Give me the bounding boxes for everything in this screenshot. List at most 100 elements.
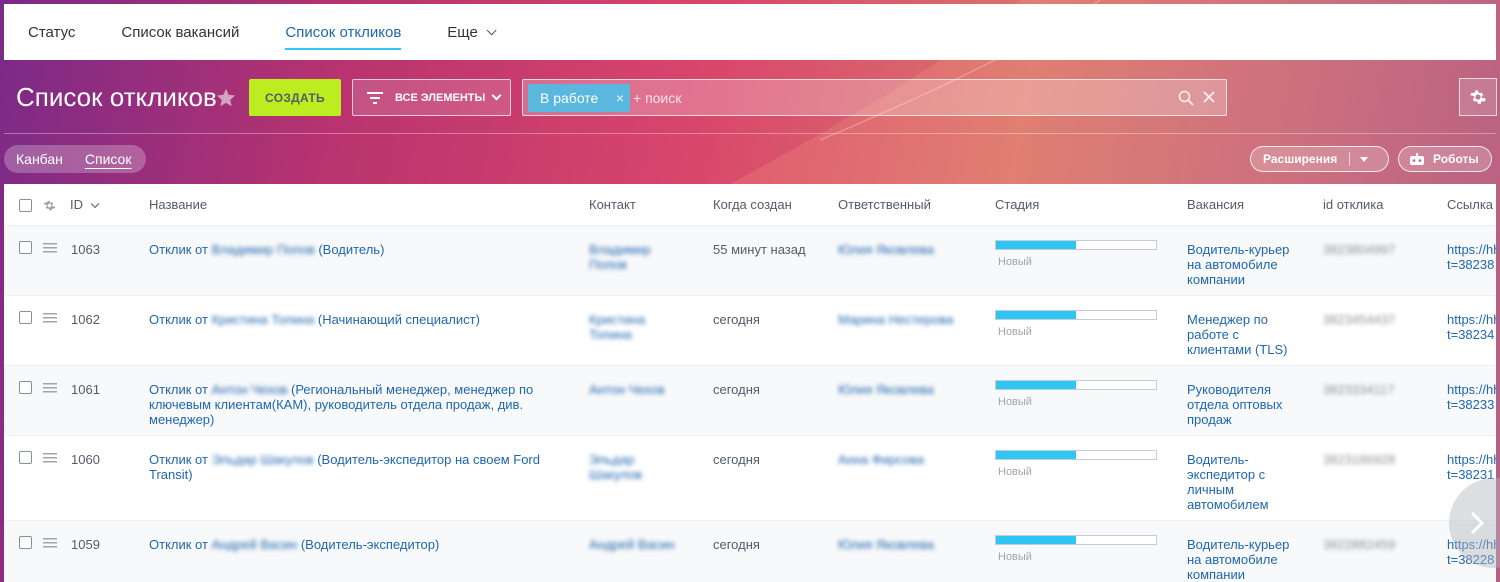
vacancy-line: работе с: [1187, 327, 1239, 342]
row-contact[interactable]: Андрей Васин: [589, 537, 675, 552]
column-header-id[interactable]: ID: [70, 197, 99, 212]
row-contact[interactable]: Кристина Топина: [589, 312, 645, 342]
search-icon[interactable]: [1178, 90, 1194, 106]
row-title-link[interactable]: Отклик от Владимир Попов (Водитель): [149, 242, 569, 257]
column-header-response-id[interactable]: id отклика: [1323, 197, 1384, 212]
row-responsible[interactable]: Марина Нестерова: [838, 312, 953, 327]
caret-down-icon[interactable]: [1360, 156, 1369, 162]
row-checkbox[interactable]: [19, 241, 32, 254]
table-row[interactable]: 1059 Отклик от Андрей Васин (Водитель-эк…: [4, 521, 1496, 582]
select-all-checkbox[interactable]: [19, 199, 32, 212]
contact-line: Владимир: [589, 242, 651, 257]
row-vacancy-link[interactable]: Водитель-курьер на автомобиле компании: [1187, 242, 1289, 287]
top-tab-bar: Статус Список вакансий Список откликов Е…: [4, 4, 1496, 60]
tab-vacancies[interactable]: Список вакансий: [121, 4, 239, 60]
drag-handle-icon[interactable]: [43, 313, 57, 323]
view-list[interactable]: Список: [85, 151, 132, 167]
row-checkbox[interactable]: [19, 451, 32, 464]
column-header-name[interactable]: Название: [149, 197, 207, 212]
stage-progress-bar[interactable]: [995, 380, 1157, 390]
row-checkbox[interactable]: [19, 536, 32, 549]
row-external-link[interactable]: https://hh t=38234: [1447, 312, 1496, 342]
stage-progress-fill: [996, 241, 1076, 249]
view-kanban[interactable]: Канбан: [16, 151, 63, 167]
row-contact[interactable]: Эльдар Шакулов: [589, 452, 642, 482]
clear-icon[interactable]: [1202, 90, 1216, 104]
chevron-down-icon: [486, 24, 497, 35]
column-header-contact[interactable]: Контакт: [589, 197, 636, 212]
column-header-stage[interactable]: Стадия: [995, 197, 1039, 212]
row-vacancy-link[interactable]: Менеджер по работе с клиентами (TLS): [1187, 312, 1287, 357]
row-responsible[interactable]: Юлия Яковлева: [838, 242, 934, 257]
drag-handle-icon[interactable]: [43, 243, 57, 253]
tab-responses[interactable]: Список откликов: [285, 4, 401, 60]
row-vacancy-link[interactable]: Водитель-курьер на автомобиле компании: [1187, 537, 1289, 582]
row-contact[interactable]: Антон Чехов: [589, 382, 665, 397]
close-icon[interactable]: ×: [616, 90, 624, 106]
title-prefix: Отклик от: [149, 312, 208, 327]
column-settings-icon[interactable]: [43, 199, 56, 212]
vacancy-line: автомобилем: [1187, 497, 1269, 512]
column-header-responsible[interactable]: Ответственный: [838, 197, 931, 212]
chevron-down-icon: [491, 90, 502, 101]
row-title-link[interactable]: Отклик от Андрей Васин (Водитель-экспеди…: [149, 537, 569, 552]
stage-progress-bar[interactable]: [995, 450, 1157, 460]
table-row[interactable]: 1063 Отклик от Владимир Попов (Водитель)…: [4, 226, 1496, 296]
column-header-vacancy[interactable]: Вакансия: [1187, 197, 1244, 212]
title-line: менеджер): [149, 412, 215, 427]
robots-button[interactable]: Роботы: [1398, 146, 1492, 172]
stage-progress-fill: [996, 536, 1076, 544]
star-icon[interactable]: [215, 87, 237, 109]
row-external-link[interactable]: https://hh t=38238: [1447, 242, 1496, 272]
link-line: https://hh: [1447, 452, 1496, 467]
title-prefix: Отклик от: [149, 452, 208, 467]
vacancy-line: Водитель-курьер: [1187, 242, 1290, 257]
table-row[interactable]: 1062 Отклик от Кристина Топина (Начинающ…: [4, 296, 1496, 366]
vacancy-line: Водитель-: [1187, 452, 1249, 467]
extensions-button[interactable]: Расширения: [1250, 146, 1389, 172]
create-button[interactable]: СОЗДАТЬ: [249, 79, 341, 116]
divider: [4, 133, 1496, 134]
drag-handle-icon[interactable]: [43, 453, 57, 463]
link-line: t=38238: [1447, 257, 1495, 272]
stage-progress-bar[interactable]: [995, 310, 1157, 320]
tab-status[interactable]: Статус: [28, 4, 75, 60]
drag-handle-icon[interactable]: [43, 538, 57, 548]
link-line: https://hh: [1447, 382, 1496, 397]
drag-handle-icon[interactable]: [43, 383, 57, 393]
row-checkbox[interactable]: [19, 381, 32, 394]
column-header-link[interactable]: Ссылка: [1447, 197, 1493, 212]
row-responsible[interactable]: Анна Фирсова: [838, 452, 924, 467]
vacancy-line: Водитель-курьер: [1187, 537, 1290, 552]
candidate-name: Эльдар Шакулов: [211, 452, 314, 467]
stage-progress-bar[interactable]: [995, 240, 1157, 250]
row-responsible[interactable]: Юлия Яковлева: [838, 537, 934, 552]
row-checkbox[interactable]: [19, 311, 32, 324]
tab-label: Список вакансий: [121, 23, 240, 41]
row-vacancy-link[interactable]: Водитель-экспедитор с личным автомобилем: [1187, 452, 1269, 512]
contact-line: Эльдар: [589, 452, 635, 467]
row-contact[interactable]: Владимир Попов: [589, 242, 651, 272]
settings-button[interactable]: [1459, 78, 1497, 116]
search-input[interactable]: + поиск: [633, 90, 681, 106]
row-title-link[interactable]: Отклик от Кристина Топина (Начинающий сп…: [149, 312, 569, 327]
row-vacancy-link[interactable]: Руководителя отдела оптовых продаж: [1187, 382, 1282, 427]
row-created: сегодня: [713, 537, 760, 552]
table-row[interactable]: 1061 Отклик от Антон Чехов (Региональный…: [4, 366, 1496, 436]
filter-preset-button[interactable]: ВСЕ ЭЛЕМЕНТЫ: [352, 79, 511, 116]
row-title-link[interactable]: Отклик от Эльдар Шакулов (Водитель-экспе…: [149, 452, 569, 482]
search-filter-box[interactable]: В работе × + поиск: [522, 79, 1227, 116]
row-external-link[interactable]: https://hh t=38233: [1447, 382, 1496, 412]
tab-more[interactable]: Еще: [447, 4, 497, 60]
stage-progress-fill: [996, 381, 1076, 389]
row-id: 1061: [71, 382, 100, 397]
row-title-link[interactable]: Отклик от Антон Чехов (Региональный мене…: [149, 382, 569, 427]
filter-chip[interactable]: В работе ×: [528, 84, 630, 112]
vacancy-line: компании: [1187, 272, 1245, 287]
column-header-created[interactable]: Когда создан: [713, 197, 792, 212]
stage-progress-bar[interactable]: [995, 535, 1157, 545]
title-line: Transit): [149, 467, 193, 482]
row-responsible[interactable]: Юлия Яковлева: [838, 382, 934, 397]
stage-label: Новый: [998, 551, 1032, 563]
table-row[interactable]: 1060 Отклик от Эльдар Шакулов (Водитель-…: [4, 436, 1496, 521]
